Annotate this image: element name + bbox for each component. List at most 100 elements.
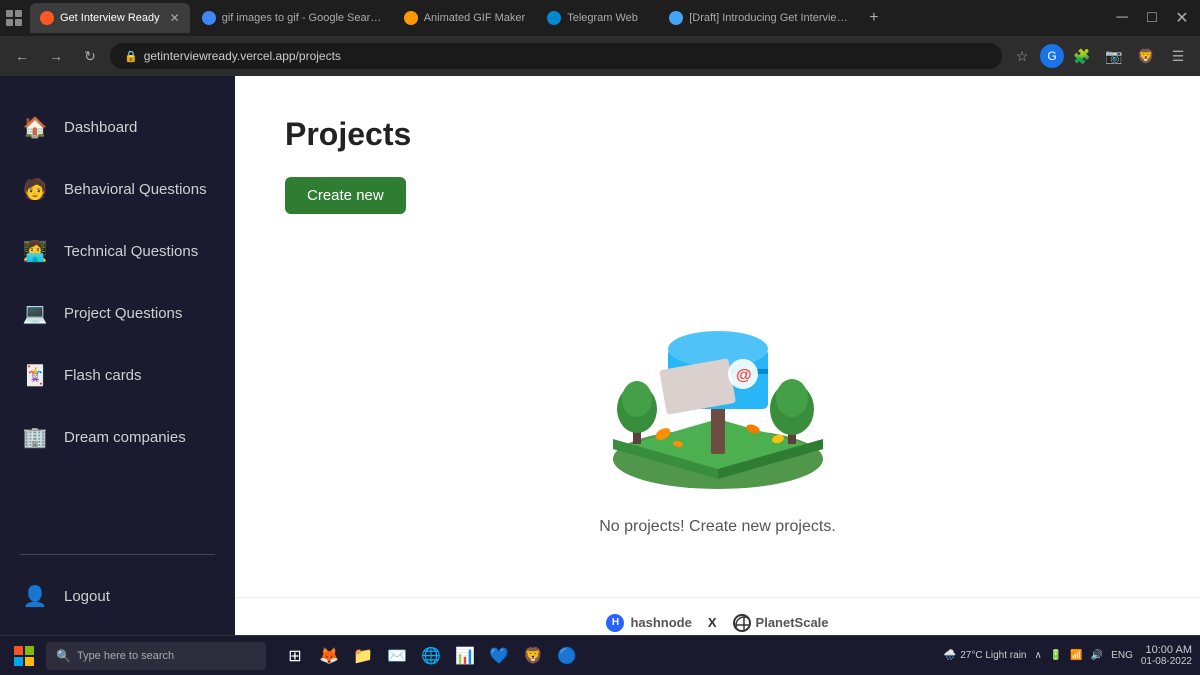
sidebar-divider bbox=[20, 554, 215, 555]
empty-state-illustration: @ bbox=[578, 274, 858, 494]
tab-animated-gif[interactable]: Animated GIF Maker bbox=[394, 3, 535, 33]
refresh-button[interactable]: ↻ bbox=[76, 42, 104, 70]
dream-icon: 🏢 bbox=[20, 422, 50, 452]
sidebar-item-flashcards[interactable]: 🃏 Flash cards bbox=[0, 344, 235, 406]
empty-state-text: No projects! Create new projects. bbox=[599, 518, 836, 536]
weather-icon: 🌧️ bbox=[944, 650, 956, 661]
browser-actions: ☆ G 🧩 📷 🦁 ☰ bbox=[1008, 42, 1192, 70]
taskbar-icon-mail[interactable]: ✉️ bbox=[382, 641, 412, 671]
date-display: 01-08-2022 bbox=[1141, 656, 1192, 667]
main-area: Projects Create new bbox=[235, 76, 1200, 647]
sidebar-label-behavioral: Behavioral Questions bbox=[64, 181, 207, 198]
sidebar: 🏠 Dashboard 🧑 Behavioral Questions 👩‍💻 T… bbox=[0, 76, 235, 647]
sidebar-item-behavioral[interactable]: 🧑 Behavioral Questions bbox=[0, 158, 235, 220]
tab-get-interview-ready[interactable]: Get Interview Ready ✕ bbox=[30, 3, 190, 33]
screenshot-icon[interactable]: 📷 bbox=[1100, 42, 1128, 70]
sidebar-label-project: Project Questions bbox=[64, 305, 182, 322]
maximize-button[interactable]: □ bbox=[1138, 4, 1166, 32]
sidebar-item-logout[interactable]: 👤 Logout bbox=[0, 565, 235, 627]
taskbar-system-tray: 🌧️ 27°C Light rain ∧ 🔋 📶 🔊 ENG 10:00 AM … bbox=[944, 644, 1192, 667]
tab-draft[interactable]: [Draft] Introducing Get Interview Rea… bbox=[659, 3, 859, 33]
window-controls: ─ □ ✕ bbox=[1108, 4, 1196, 32]
taskbar: 🔍 Type here to search ⊞ 🦊 📁 ✉️ 🌐 📊 💙 🦁 🔵… bbox=[0, 635, 1200, 675]
tab4-favicon bbox=[547, 11, 561, 25]
sidebar-label-technical: Technical Questions bbox=[64, 243, 198, 260]
taskbar-icon-office[interactable]: 📊 bbox=[450, 641, 480, 671]
search-text: Type here to search bbox=[77, 650, 174, 662]
taskbar-icon-edge[interactable]: 🌐 bbox=[416, 641, 446, 671]
dashboard-icon: 🏠 bbox=[20, 112, 50, 142]
tab1-favicon bbox=[40, 11, 54, 25]
taskbar-icon-task-view[interactable]: ⊞ bbox=[280, 641, 310, 671]
sidebar-label-flashcards: Flash cards bbox=[64, 367, 142, 384]
hashnode-logo: H hashnode bbox=[606, 614, 691, 632]
taskbar-icon-brave[interactable]: 🦁 bbox=[518, 641, 548, 671]
extensions-icon[interactable]: 🧩 bbox=[1068, 42, 1096, 70]
tab5-title: [Draft] Introducing Get Interview Rea… bbox=[689, 12, 849, 24]
lock-icon: 🔒 bbox=[124, 50, 138, 63]
new-tab-button[interactable]: + bbox=[861, 9, 886, 27]
empty-state: @ No projects! Create new projects. bbox=[285, 254, 1150, 556]
browser-chrome: Get Interview Ready ✕ gif images to gif … bbox=[0, 0, 1200, 76]
behavioral-icon: 🧑 bbox=[20, 174, 50, 204]
brave-icon[interactable]: 🦁 bbox=[1132, 42, 1160, 70]
tab2-favicon bbox=[202, 11, 216, 25]
forward-button[interactable]: → bbox=[42, 42, 70, 70]
tab3-title: Animated GIF Maker bbox=[424, 12, 525, 24]
footer-separator: X bbox=[708, 615, 717, 630]
tab-telegram[interactable]: Telegram Web bbox=[537, 3, 657, 33]
url-text: getinterviewready.vercel.app/projects bbox=[144, 49, 341, 63]
sidebar-item-dashboard[interactable]: 🏠 Dashboard bbox=[0, 96, 235, 158]
flashcards-icon: 🃏 bbox=[20, 360, 50, 390]
sidebar-item-technical[interactable]: 👩‍💻 Technical Questions bbox=[0, 220, 235, 282]
taskbar-icon-vscode[interactable]: 💙 bbox=[484, 641, 514, 671]
planetscale-logo: PlanetScale bbox=[733, 614, 829, 632]
tab1-title: Get Interview Ready bbox=[60, 12, 160, 24]
tab5-favicon bbox=[669, 11, 683, 25]
taskbar-icon-firefox[interactable]: 🦊 bbox=[314, 641, 344, 671]
page-title: Projects bbox=[285, 116, 1150, 153]
volume-icon: 🔊 bbox=[1091, 650, 1103, 661]
taskbar-icon-chrome[interactable]: 🔵 bbox=[552, 641, 582, 671]
sidebar-item-project[interactable]: 💻 Project Questions bbox=[0, 282, 235, 344]
tab-google-search[interactable]: gif images to gif - Google Search bbox=[192, 3, 392, 33]
create-new-button[interactable]: Create new bbox=[285, 177, 406, 214]
planetscale-text: PlanetScale bbox=[756, 615, 829, 630]
weather-display: 🌧️ 27°C Light rain bbox=[944, 650, 1027, 661]
taskbar-pinned-icons: ⊞ 🦊 📁 ✉️ 🌐 📊 💙 🦁 🔵 bbox=[280, 641, 582, 671]
tab3-favicon bbox=[404, 11, 418, 25]
planetscale-icon bbox=[733, 614, 751, 632]
back-button[interactable]: ← bbox=[8, 42, 36, 70]
bookmark-icon[interactable]: ☆ bbox=[1008, 42, 1036, 70]
lang-indicator: ENG bbox=[1111, 650, 1133, 661]
main-content: Projects Create new bbox=[235, 76, 1200, 597]
taskbar-search[interactable]: 🔍 Type here to search bbox=[46, 642, 266, 670]
time-display: 10:00 AM bbox=[1141, 644, 1192, 656]
hashnode-text: hashnode bbox=[630, 615, 691, 630]
sidebar-item-dream[interactable]: 🏢 Dream companies bbox=[0, 406, 235, 468]
sidebar-label-dream: Dream companies bbox=[64, 429, 186, 446]
profile-icon[interactable]: G bbox=[1040, 44, 1064, 68]
windows-start-button[interactable] bbox=[8, 640, 40, 672]
minimize-button[interactable]: ─ bbox=[1108, 4, 1136, 32]
logout-icon: 👤 bbox=[20, 581, 50, 611]
taskbar-chevron[interactable]: ∧ bbox=[1034, 650, 1041, 661]
sidebar-nav: 🏠 Dashboard 🧑 Behavioral Questions 👩‍💻 T… bbox=[0, 96, 235, 544]
address-bar: ← → ↻ 🔒 getinterviewready.vercel.app/pro… bbox=[0, 36, 1200, 76]
sidebar-label-logout: Logout bbox=[64, 588, 110, 605]
sidebar-label-dashboard: Dashboard bbox=[64, 119, 137, 136]
tab-bar: Get Interview Ready ✕ gif images to gif … bbox=[0, 0, 1200, 36]
taskbar-clock[interactable]: 10:00 AM 01-08-2022 bbox=[1141, 644, 1192, 667]
close-button[interactable]: ✕ bbox=[1168, 4, 1196, 32]
menu-icon[interactable]: ☰ bbox=[1164, 42, 1192, 70]
address-input[interactable]: 🔒 getinterviewready.vercel.app/projects bbox=[110, 43, 1002, 69]
tab2-title: gif images to gif - Google Search bbox=[222, 12, 382, 24]
hashnode-icon: H bbox=[606, 614, 624, 632]
search-icon: 🔍 bbox=[56, 649, 71, 663]
project-icon: 💻 bbox=[20, 298, 50, 328]
tab1-close[interactable]: ✕ bbox=[170, 11, 180, 25]
technical-icon: 👩‍💻 bbox=[20, 236, 50, 266]
battery-icon: 🔋 bbox=[1050, 650, 1062, 661]
taskbar-icon-files[interactable]: 📁 bbox=[348, 641, 378, 671]
browser-app-icon bbox=[4, 8, 24, 28]
